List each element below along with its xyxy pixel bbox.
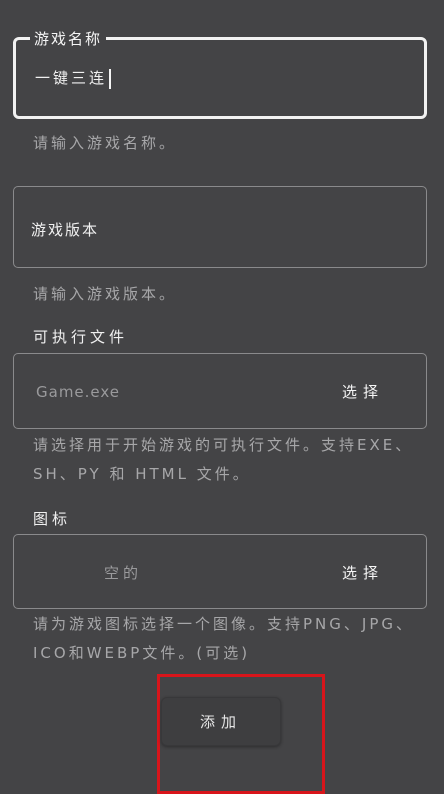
game-version-input[interactable]: 游戏版本 — [31, 219, 99, 240]
executable-input[interactable]: Game.exe — [36, 383, 120, 401]
icon-select-button[interactable]: 选择 — [342, 562, 384, 583]
game-name-label: 游戏名称 — [30, 30, 107, 48]
game-version-helper: 请输入游戏版本。 — [33, 285, 178, 303]
executable-select-button[interactable]: 选择 — [342, 381, 384, 402]
icon-field[interactable]: 空的 选择 — [13, 534, 427, 609]
executable-helper: 请选择用于开始游戏的可执行文件。支持EXE、SH、PY 和 HTML 文件。 — [33, 436, 414, 483]
executable-label: 可执行文件 — [33, 328, 129, 346]
game-name-field[interactable]: 游戏名称 一键三连 — [13, 30, 427, 119]
game-name-helper: 请输入游戏名称。 — [33, 134, 178, 152]
add-button[interactable]: 添加 — [161, 697, 281, 746]
executable-field[interactable]: Game.exe 选择 — [13, 353, 427, 429]
game-name-input[interactable]: 一键三连 — [35, 67, 112, 89]
game-name-value: 一键三连 — [35, 69, 108, 87]
icon-input[interactable]: 空的 — [104, 562, 142, 583]
icon-label: 图标 — [33, 510, 72, 528]
game-version-field[interactable]: 游戏版本 — [13, 186, 427, 268]
text-caret — [109, 68, 112, 89]
icon-helper: 请为游戏图标选择一个图像。支持PNG、JPG、ICO和WEBP文件。(可选) — [33, 615, 414, 662]
